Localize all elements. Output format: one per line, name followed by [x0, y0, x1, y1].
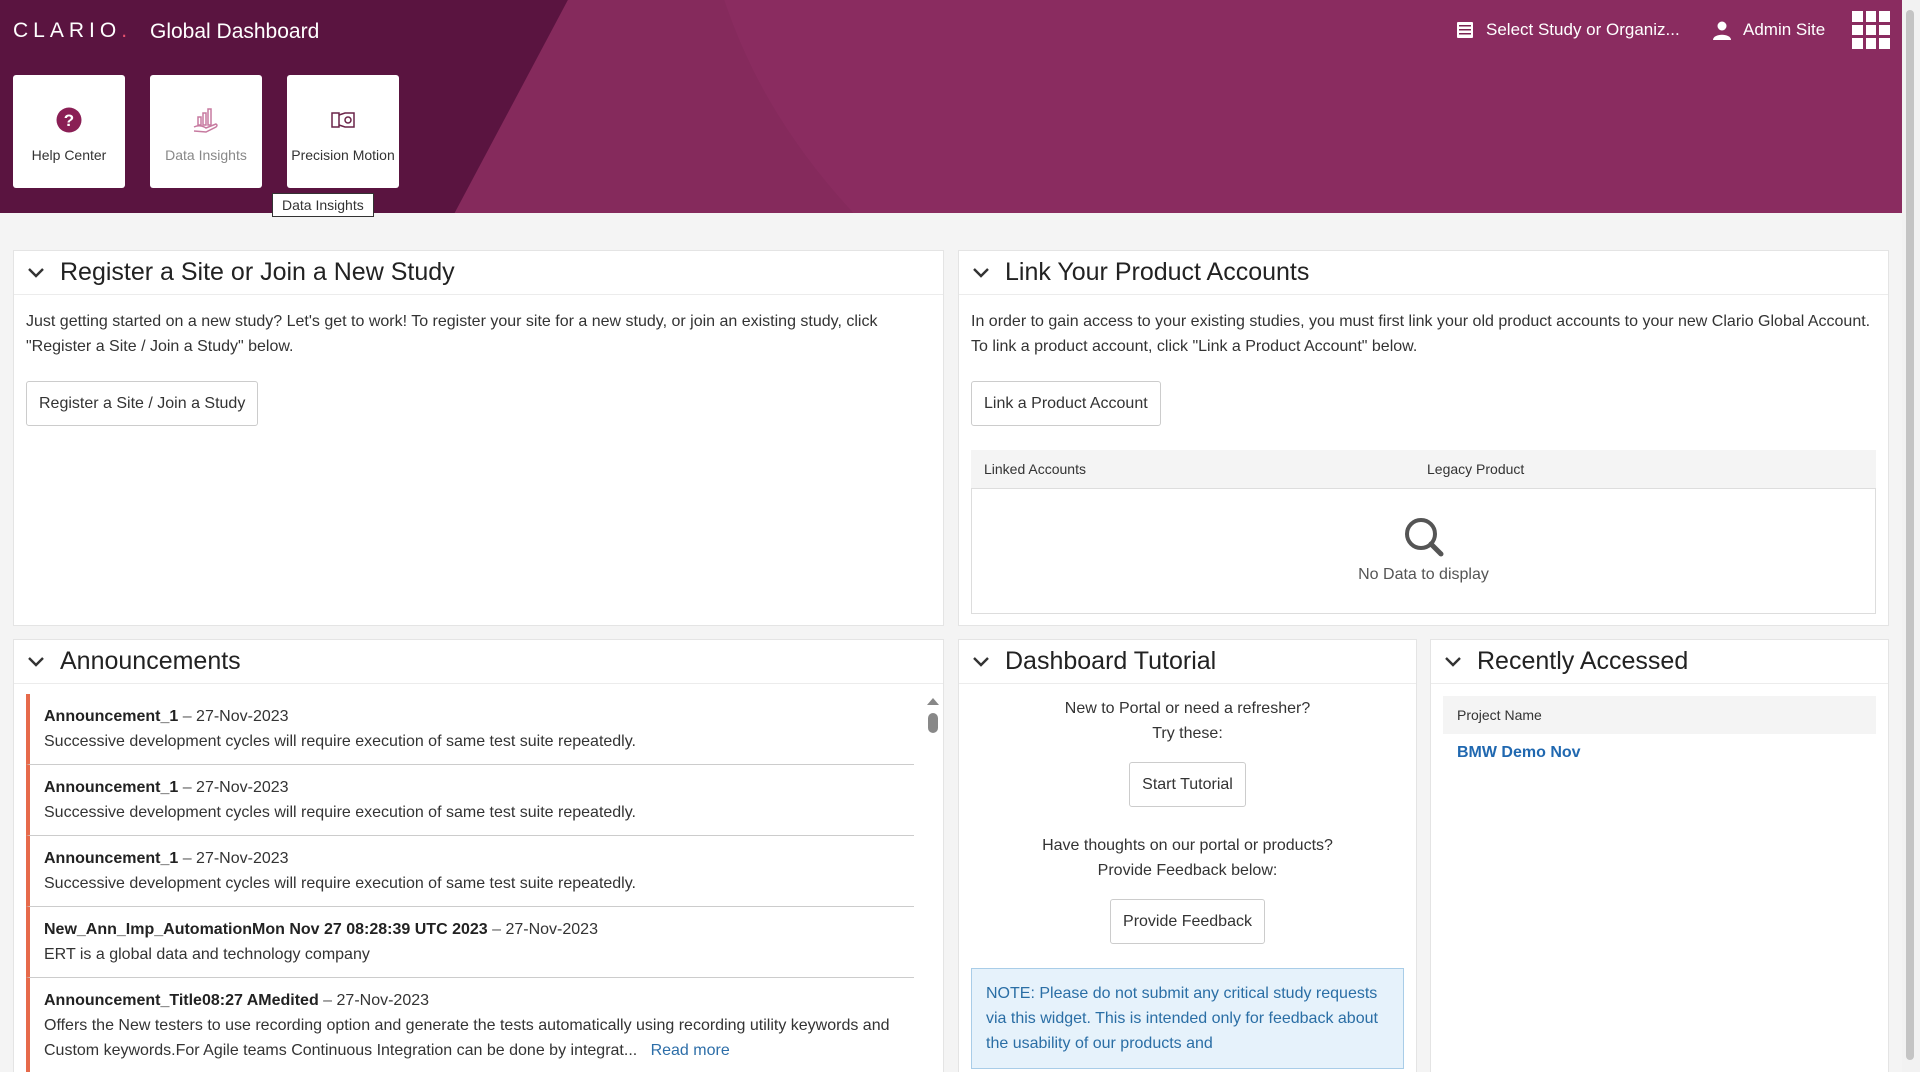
- recent-table-header: Project Name: [1443, 696, 1876, 734]
- tile-label: Precision Motion: [291, 147, 395, 163]
- announcement-item[interactable]: Announcement_1 – 27-Nov-2023 Successive …: [26, 765, 914, 836]
- feedback-intro: Provide Feedback below:: [1097, 862, 1278, 879]
- announcement-date: 27-Nov-2023: [196, 779, 289, 796]
- panel-title: Dashboard Tutorial: [1005, 647, 1217, 675]
- panel-title: Link Your Product Accounts: [1005, 258, 1310, 286]
- announcement-title: Announcement_1: [44, 708, 179, 725]
- tooltip: Data Insights: [272, 193, 374, 217]
- announcement-text: Successive development cycles will requi…: [44, 804, 636, 821]
- announcement-title: New_Ann_Imp_AutomationMon Nov 27 08:28:3…: [44, 921, 488, 938]
- panel-header[interactable]: Link Your Product Accounts: [959, 251, 1888, 295]
- user-menu[interactable]: Admin Site: [1713, 20, 1825, 40]
- announcements-panel: Announcements Announcement_1 – 27-Nov-20…: [13, 639, 944, 1072]
- announcement-text: Successive development cycles will requi…: [44, 733, 636, 750]
- announcement-item[interactable]: New_Ann_Imp_AutomationMon Nov 27 08:28:3…: [26, 907, 914, 978]
- tile-precision-motion[interactable]: Precision Motion: [287, 75, 399, 188]
- announcement-title: Announcement_1: [44, 850, 179, 867]
- panel-title: Announcements: [60, 647, 241, 675]
- app-tiles: ? Help Center Data Insights Precision Mo…: [13, 75, 399, 188]
- tutorial-panel: Dashboard Tutorial New to Portal or need…: [958, 639, 1417, 1072]
- tile-label: Data Insights: [165, 147, 247, 163]
- feedback-note: NOTE: Please do not submit any critical …: [971, 968, 1404, 1069]
- scrollbar-thumb[interactable]: [1906, 10, 1914, 1060]
- link-product-account-button[interactable]: Link a Product Account: [971, 381, 1161, 426]
- app-title: Global Dashboard: [150, 20, 320, 43]
- column-header[interactable]: Project Name: [1457, 703, 1542, 728]
- announcement-item[interactable]: Announcement_Title08:27 AMedited – 27-No…: [26, 978, 914, 1072]
- link-accounts-description: In order to gain access to your existing…: [971, 313, 1871, 355]
- chevron-down-icon[interactable]: [28, 265, 44, 281]
- tile-help-center[interactable]: ? Help Center: [13, 75, 125, 188]
- announcement-item[interactable]: Announcement_1 – 27-Nov-2023 Successive …: [26, 694, 914, 765]
- panel-header[interactable]: Announcements: [14, 640, 943, 684]
- announcements-scrollbar[interactable]: [927, 698, 939, 1072]
- question-circle-icon: ?: [49, 100, 89, 140]
- study-select-dropdown[interactable]: Select Study or Organiz...: [1456, 20, 1680, 40]
- panel-header[interactable]: Recently Accessed: [1431, 640, 1888, 684]
- user-name: Admin Site: [1743, 20, 1826, 39]
- recently-accessed-panel: Recently Accessed Project Name BMW Demo …: [1430, 639, 1889, 1072]
- page-scrollbar[interactable]: [1902, 0, 1920, 1072]
- announcement-date: 27-Nov-2023: [196, 708, 289, 725]
- announcement-text: ERT is a global data and technology comp…: [44, 946, 370, 963]
- header: CLARIO. Global Dashboard Select Study or…: [0, 0, 1902, 213]
- announcement-item[interactable]: Announcement_1 – 27-Nov-2023 Successive …: [26, 836, 914, 907]
- tile-data-insights[interactable]: Data Insights: [150, 75, 262, 188]
- scrollbar-thumb[interactable]: [928, 713, 938, 733]
- scroll-up-icon[interactable]: [927, 698, 939, 705]
- user-icon: [1713, 21, 1731, 40]
- start-tutorial-button[interactable]: Start Tutorial: [1129, 762, 1246, 807]
- register-panel: Register a Site or Join a New Study Just…: [13, 250, 944, 626]
- announcement-date: 27-Nov-2023: [336, 992, 430, 1009]
- announcement-date: 27-Nov-2023: [505, 921, 598, 938]
- register-description: Just getting started on a new study? Let…: [26, 313, 878, 355]
- provide-feedback-button[interactable]: Provide Feedback: [1110, 899, 1265, 944]
- app-launcher-icon[interactable]: [1852, 11, 1890, 49]
- announcement-date: 27-Nov-2023: [196, 850, 289, 867]
- empty-state-text: No Data to display: [1358, 565, 1489, 583]
- announcement-text: Successive development cycles will requi…: [44, 875, 636, 892]
- panel-header[interactable]: Register a Site or Join a New Study: [14, 251, 943, 295]
- search-icon: [1404, 517, 1443, 556]
- announcement-title: Announcement_Title08:27 AMedited: [44, 992, 319, 1009]
- panel-title: Recently Accessed: [1477, 647, 1689, 675]
- recent-project-link[interactable]: BMW Demo Nov: [1457, 744, 1581, 761]
- study-select-label: Select Study or Organiz...: [1486, 20, 1680, 39]
- panel-title: Register a Site or Join a New Study: [60, 258, 455, 286]
- svg-text:?: ?: [64, 111, 74, 130]
- chevron-down-icon[interactable]: [28, 654, 44, 670]
- linked-accounts-table-header: Linked Accounts Legacy Product: [971, 450, 1876, 488]
- column-header[interactable]: Linked Accounts: [971, 457, 1427, 482]
- announcement-title: Announcement_1: [44, 779, 179, 796]
- motion-icon: [323, 100, 363, 140]
- column-header[interactable]: Legacy Product: [1427, 457, 1524, 482]
- announcement-text: Offers the New testers to use recording …: [44, 1017, 890, 1059]
- empty-state: No Data to display: [971, 488, 1876, 614]
- chevron-down-icon[interactable]: [973, 654, 989, 670]
- panel-header[interactable]: Dashboard Tutorial: [959, 640, 1416, 684]
- tutorial-intro: New to Portal or need a refresher?: [1064, 700, 1311, 717]
- clario-logo[interactable]: CLARIO.: [13, 19, 132, 43]
- register-site-button[interactable]: Register a Site / Join a Study: [26, 381, 259, 426]
- read-more-link[interactable]: Read more: [651, 1042, 730, 1059]
- tutorial-intro: Try these:: [1152, 725, 1223, 742]
- tile-label: Help Center: [31, 147, 107, 163]
- link-accounts-panel: Link Your Product Accounts In order to g…: [958, 250, 1889, 626]
- list-icon: [1457, 22, 1473, 38]
- chart-hand-icon: [186, 100, 226, 140]
- chevron-down-icon[interactable]: [1445, 654, 1461, 670]
- chevron-down-icon[interactable]: [973, 265, 989, 281]
- feedback-intro: Have thoughts on our portal or products?: [1042, 837, 1333, 854]
